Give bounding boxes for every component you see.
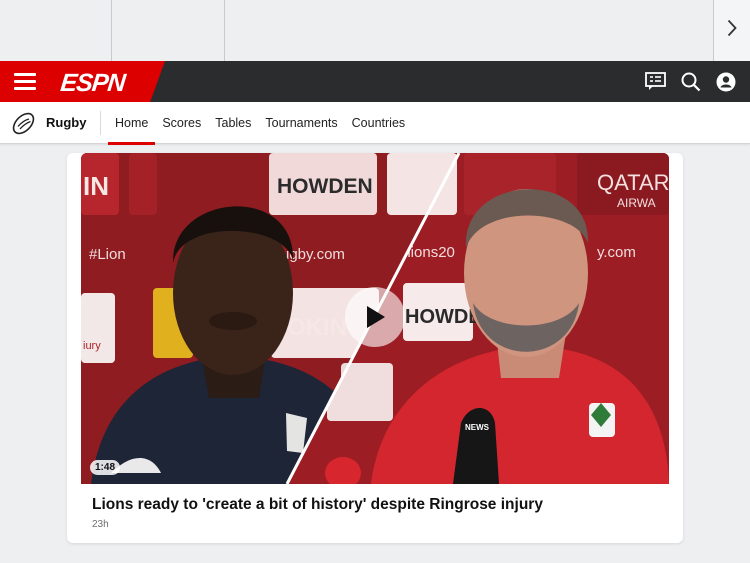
story-card[interactable]: IN HOWDEN #Lion ugby.com iury OKIN QATAR… bbox=[67, 153, 683, 543]
tab-countries[interactable]: Countries bbox=[345, 102, 413, 144]
subnav-tabs: Home Scores Tables Tournaments Countries bbox=[108, 102, 413, 145]
backdrop-text: OKIN bbox=[287, 314, 347, 341]
espn-logo[interactable]: ESPN bbox=[60, 66, 140, 97]
scores-strip bbox=[0, 0, 750, 61]
video-thumbnail[interactable]: IN HOWDEN #Lion ugby.com iury OKIN QATAR… bbox=[81, 153, 669, 484]
tab-tables[interactable]: Tables bbox=[208, 102, 258, 144]
espn-header-bar: ESPN bbox=[0, 61, 750, 102]
score-cell[interactable] bbox=[0, 0, 112, 61]
profile-icon[interactable] bbox=[715, 71, 736, 92]
search-icon[interactable] bbox=[680, 71, 701, 92]
backdrop-text: IN bbox=[83, 171, 109, 201]
video-duration-badge: 1:48 bbox=[90, 460, 121, 475]
subnav-divider bbox=[100, 111, 101, 135]
backdrop-text: HOWDEN bbox=[277, 175, 373, 198]
play-icon bbox=[367, 306, 385, 328]
sport-name[interactable]: Rugby bbox=[46, 102, 86, 144]
rugby-ball-icon[interactable] bbox=[11, 111, 36, 136]
espn-logo-text: ESPN bbox=[60, 70, 128, 94]
backdrop-text: y.com bbox=[597, 244, 636, 261]
backdrop-text: #Lion bbox=[89, 246, 126, 263]
backdrop-text: NEWS bbox=[465, 423, 490, 432]
hamburger-menu-icon[interactable] bbox=[14, 73, 36, 90]
backdrop-text: AIRWA bbox=[617, 196, 656, 210]
scores-next-button[interactable] bbox=[713, 0, 750, 61]
story-headline[interactable]: Lions ready to 'create a bit of history'… bbox=[92, 495, 662, 515]
story-timestamp: 23h bbox=[92, 519, 109, 530]
score-cell[interactable] bbox=[112, 0, 225, 61]
tab-tournaments[interactable]: Tournaments bbox=[258, 102, 344, 144]
backdrop-text: iury bbox=[83, 340, 101, 352]
play-button[interactable] bbox=[345, 287, 405, 347]
tab-home[interactable]: Home bbox=[108, 102, 156, 145]
tab-scores[interactable]: Scores bbox=[155, 102, 208, 144]
chevron-right-icon bbox=[727, 19, 737, 42]
header-icons bbox=[645, 61, 736, 102]
espn-rugby-page: ESPN Rugby Home Scores Tables Tournament… bbox=[0, 0, 750, 563]
scores-icon[interactable] bbox=[645, 71, 666, 92]
backdrop-text: QATAR bbox=[597, 170, 669, 195]
sport-subnav: Rugby Home Scores Tables Tournaments Cou… bbox=[0, 102, 750, 145]
